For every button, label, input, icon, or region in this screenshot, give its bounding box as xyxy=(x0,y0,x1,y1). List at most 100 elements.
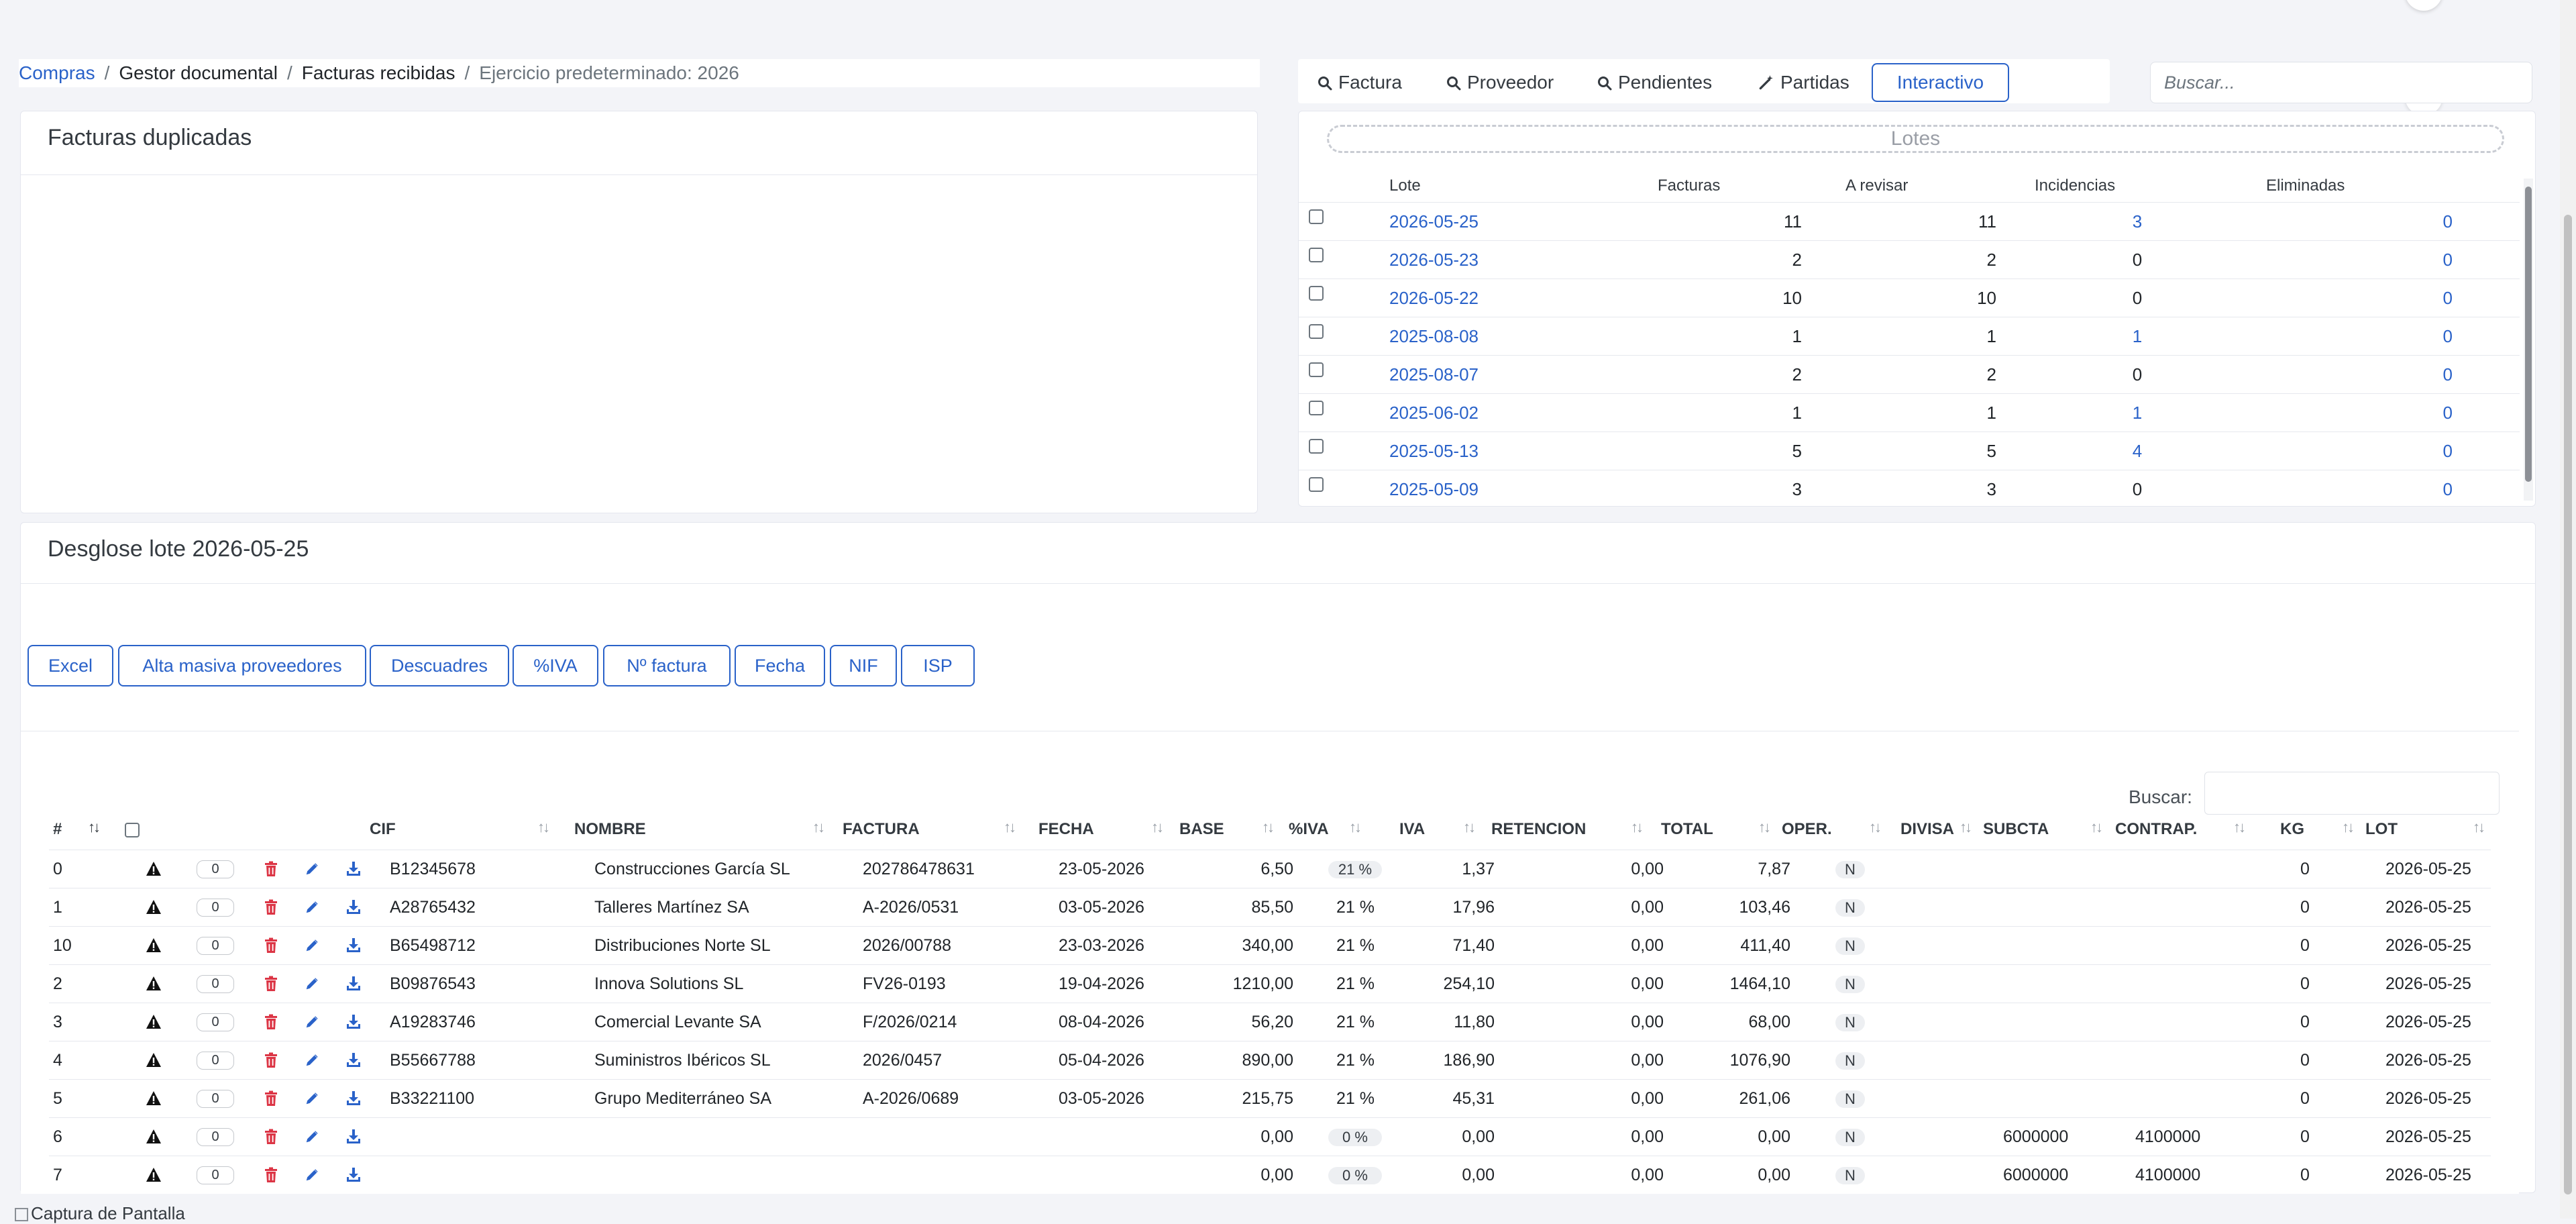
column-header-num[interactable]: # xyxy=(53,820,62,839)
descuadres-button[interactable]: Descuadres xyxy=(370,645,509,686)
lots-row[interactable]: 2026-05-25 11 11 3 0 xyxy=(1299,202,2520,241)
lot-date-link[interactable]: 2026-05-25 xyxy=(1389,203,1523,241)
trash-icon[interactable] xyxy=(264,937,278,954)
edit-icon[interactable] xyxy=(305,976,319,992)
tab-pendientes[interactable]: Pendientes xyxy=(1597,63,1712,102)
lots-scrollbar-thumb[interactable] xyxy=(2525,187,2532,482)
lot-eliminadas[interactable]: 0 xyxy=(2372,203,2453,241)
lots-row[interactable]: 2026-05-22 10 10 0 0 xyxy=(1299,278,2520,317)
warning-icon[interactable] xyxy=(146,1014,162,1030)
lot-checkbox[interactable] xyxy=(1309,248,1324,262)
download-icon[interactable] xyxy=(346,1052,361,1068)
sort-arrows-icon[interactable]: ↑↓ xyxy=(1758,819,1771,836)
trash-icon[interactable] xyxy=(264,976,278,992)
sort-arrows-icon[interactable]: ↑↓ xyxy=(2233,819,2246,836)
lots-row[interactable]: 2025-08-07 2 2 0 0 xyxy=(1299,355,2520,394)
warning-icon[interactable] xyxy=(146,976,162,992)
table-row[interactable]: 1 0 A28765432 Talleres Martínez SA A-2026/05… xyxy=(49,888,2491,927)
lots-scrollbar[interactable] xyxy=(2524,178,2533,501)
lots-header-facturas[interactable]: Facturas xyxy=(1658,176,1720,195)
lot-incidencias[interactable]: 1 xyxy=(2070,317,2204,356)
edit-icon[interactable] xyxy=(305,937,319,954)
count-badge[interactable]: 0 xyxy=(197,1052,234,1070)
lots-row[interactable]: 2025-05-13 5 5 4 0 xyxy=(1299,431,2520,470)
download-icon[interactable] xyxy=(346,1129,361,1145)
floating-action-circle[interactable] xyxy=(2405,0,2443,11)
column-header-iva-pct[interactable]: %IVA xyxy=(1289,820,1329,839)
lot-checkbox[interactable] xyxy=(1309,209,1324,224)
lot-checkbox[interactable] xyxy=(1309,439,1324,454)
lot-date-link[interactable]: 2025-08-07 xyxy=(1389,356,1523,394)
download-icon[interactable] xyxy=(346,1090,361,1107)
download-icon[interactable] xyxy=(346,861,361,877)
count-badge[interactable]: 0 xyxy=(197,860,234,878)
lot-date-link[interactable]: 2026-05-23 xyxy=(1389,241,1523,279)
warning-icon[interactable] xyxy=(146,1129,162,1145)
num-factura-button[interactable]: Nº factura xyxy=(603,645,731,686)
breadcrumb-link-facturas[interactable]: Facturas recibidas xyxy=(302,62,455,83)
trash-icon[interactable] xyxy=(264,1129,278,1145)
count-badge[interactable]: 0 xyxy=(197,899,234,917)
edit-icon[interactable] xyxy=(305,861,319,877)
tab-interactivo[interactable]: Interactivo xyxy=(1872,63,2009,102)
sort-arrows-icon[interactable]: ↑↓ xyxy=(88,819,101,836)
sort-arrows-icon[interactable]: ↑↓ xyxy=(2473,819,2485,836)
download-icon[interactable] xyxy=(346,1014,361,1030)
trash-icon[interactable] xyxy=(264,899,278,915)
lot-checkbox[interactable] xyxy=(1309,401,1324,415)
lots-pill[interactable]: Lotes xyxy=(1327,125,2504,153)
column-header-contrap[interactable]: CONTRAP. xyxy=(2115,820,2197,839)
lot-eliminadas[interactable]: 0 xyxy=(2372,279,2453,317)
column-header-oper[interactable]: OPER. xyxy=(1782,820,1832,839)
page-scrollbar-thumb[interactable] xyxy=(2564,215,2572,1194)
download-icon[interactable] xyxy=(346,937,361,954)
table-row[interactable]: 3 0 A19283746 Comercial Levante SA F/2026/02… xyxy=(49,1003,2491,1041)
edit-icon[interactable] xyxy=(305,899,319,915)
column-header-lot[interactable]: LOT xyxy=(2365,820,2398,839)
tab-factura[interactable]: Factura xyxy=(1317,63,1402,102)
lot-eliminadas[interactable]: 0 xyxy=(2372,394,2453,432)
column-header-iva[interactable]: IVA xyxy=(1399,820,1425,839)
count-badge[interactable]: 0 xyxy=(197,1128,234,1146)
count-badge[interactable]: 0 xyxy=(197,1166,234,1184)
select-all-checkbox[interactable] xyxy=(125,823,140,837)
table-row[interactable]: 0 0 B12345678 Construcciones García SL 20278… xyxy=(49,850,2491,888)
lot-checkbox[interactable] xyxy=(1309,324,1324,339)
column-header-factura[interactable]: FACTURA xyxy=(843,820,920,839)
lots-row[interactable]: 2026-05-23 2 2 0 0 xyxy=(1299,240,2520,279)
column-header-fecha[interactable]: FECHA xyxy=(1038,820,1094,839)
lots-row[interactable]: 2025-05-09 3 3 0 0 xyxy=(1299,470,2520,506)
alta-masiva-proveedores-button[interactable]: Alta masiva proveedores xyxy=(118,645,366,686)
lot-eliminadas[interactable]: 0 xyxy=(2372,432,2453,470)
fecha-button[interactable]: Fecha xyxy=(735,645,825,686)
count-badge[interactable]: 0 xyxy=(197,1090,234,1108)
breadcrumb-link-compras[interactable]: Compras xyxy=(19,62,95,83)
column-header-cif[interactable]: CIF xyxy=(370,820,396,839)
lot-date-link[interactable]: 2025-08-08 xyxy=(1389,317,1523,356)
table-row[interactable]: 10 0 B65498712 Distribuciones Norte SL 2026/… xyxy=(49,926,2491,965)
table-row[interactable]: 7 0 0,00 0 % 0,00 0,00 0,00 N 6000000 4100000 0 202… xyxy=(49,1156,2491,1194)
sort-arrows-icon[interactable]: ↑↓ xyxy=(812,819,825,836)
sort-arrows-icon[interactable]: ↑↓ xyxy=(1631,819,1644,836)
count-badge[interactable]: 0 xyxy=(197,1013,234,1031)
lot-eliminadas[interactable]: 0 xyxy=(2372,317,2453,356)
table-row[interactable]: 6 0 0,00 0 % 0,00 0,00 0,00 N 6000000 4100000 0 202… xyxy=(49,1117,2491,1156)
warning-icon[interactable] xyxy=(146,1090,162,1107)
edit-icon[interactable] xyxy=(305,1090,319,1107)
edit-icon[interactable] xyxy=(305,1129,319,1145)
column-header-base[interactable]: BASE xyxy=(1179,820,1224,839)
global-search-input[interactable] xyxy=(2150,62,2532,103)
column-header-divisa[interactable]: DIVISA xyxy=(1900,820,1954,839)
column-header-nombre[interactable]: NOMBRE xyxy=(574,820,646,839)
tab-proveedor[interactable]: Proveedor xyxy=(1446,63,1554,102)
lots-row[interactable]: 2025-06-02 1 1 1 0 xyxy=(1299,393,2520,432)
lot-checkbox[interactable] xyxy=(1309,477,1324,492)
count-badge[interactable]: 0 xyxy=(197,975,234,993)
trash-icon[interactable] xyxy=(264,861,278,877)
lot-checkbox[interactable] xyxy=(1309,362,1324,377)
lot-incidencias[interactable]: 1 xyxy=(2070,394,2204,432)
table-row[interactable]: 5 0 B33221100 Grupo Mediterráneo SA A-2026/0… xyxy=(49,1079,2491,1118)
lot-eliminadas[interactable]: 0 xyxy=(2372,241,2453,279)
sort-arrows-icon[interactable]: ↑↓ xyxy=(2342,819,2355,836)
sort-arrows-icon[interactable]: ↑↓ xyxy=(2090,819,2103,836)
